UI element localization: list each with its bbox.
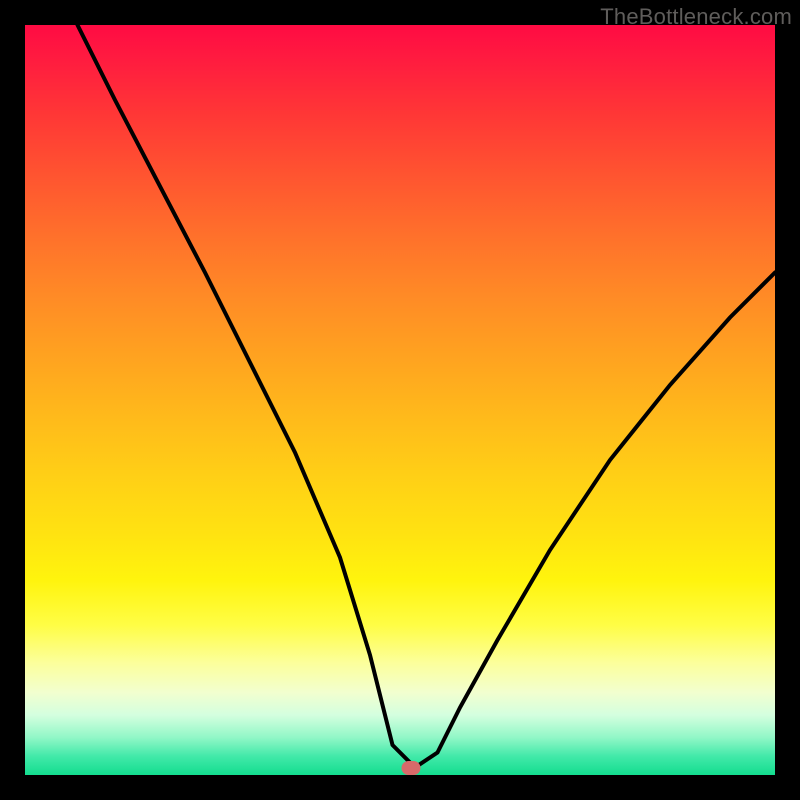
chart-frame: TheBottleneck.com: [0, 0, 800, 800]
curve-path: [78, 25, 776, 768]
optimal-point-marker: [402, 761, 421, 775]
bottleneck-curve: [25, 25, 775, 775]
plot-area: [25, 25, 775, 775]
